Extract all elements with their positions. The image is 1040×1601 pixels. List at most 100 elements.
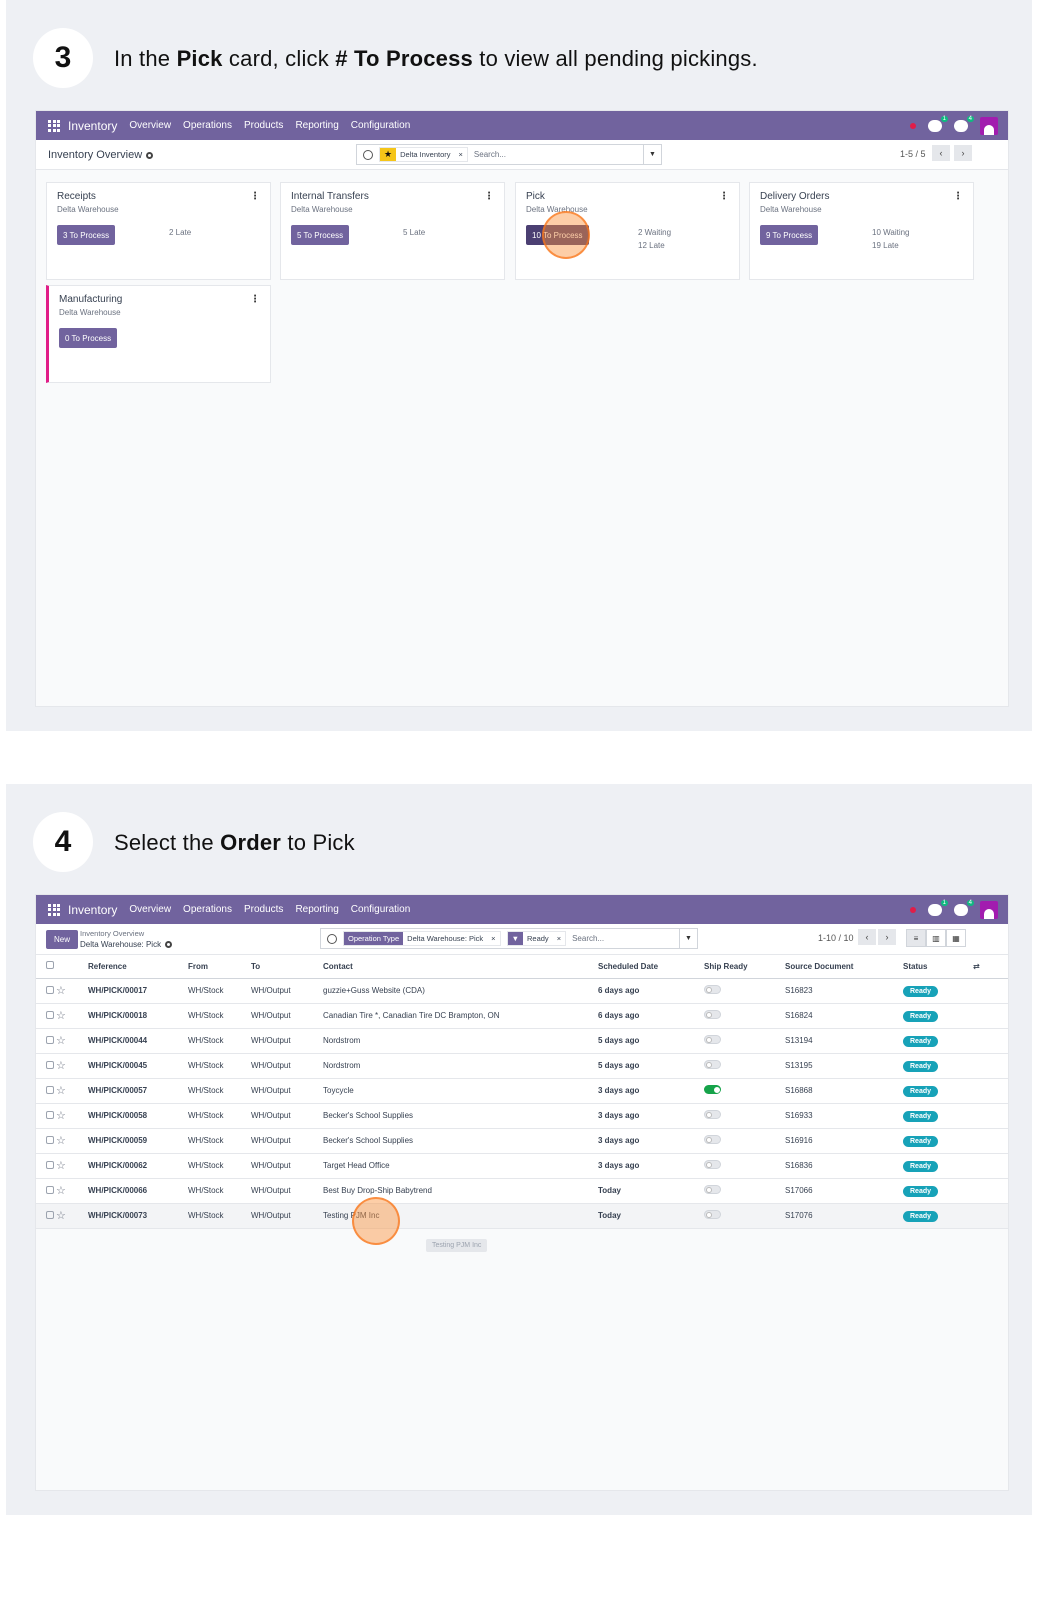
- cell-reference[interactable]: WH/PICK/00062: [88, 1153, 188, 1179]
- ship-ready-toggle[interactable]: [704, 1035, 721, 1044]
- menu-operations[interactable]: Operations: [183, 904, 232, 915]
- table-row[interactable]: ☆ WH/PICK/00057 WH/Stock WH/Output Toycycle 3…: [36, 1078, 1008, 1104]
- star-icon[interactable]: ☆: [56, 1085, 66, 1097]
- cell-reference[interactable]: WH/PICK/00044: [88, 1028, 188, 1054]
- app-brand[interactable]: Inventory: [68, 903, 117, 917]
- column-from[interactable]: From: [188, 955, 251, 979]
- menu-overview[interactable]: Overview: [129, 120, 171, 131]
- to-process-button[interactable]: 0 To Process: [59, 328, 118, 348]
- apps-grid-icon[interactable]: [48, 119, 60, 132]
- column-ship-ready[interactable]: Ship Ready: [704, 955, 785, 979]
- menu-reporting[interactable]: Reporting: [295, 904, 338, 915]
- star-icon[interactable]: ☆: [56, 1060, 66, 1072]
- column-contact[interactable]: Contact: [323, 955, 598, 979]
- late-count[interactable]: 5 Late: [403, 228, 425, 237]
- to-process-button[interactable]: 5 To Process: [291, 225, 350, 245]
- ship-ready-toggle[interactable]: [704, 1185, 721, 1194]
- menu-reporting[interactable]: Reporting: [295, 120, 338, 131]
- menu-configuration[interactable]: Configuration: [351, 120, 410, 131]
- calendar-view-icon[interactable]: ▦: [946, 929, 966, 947]
- table-row[interactable]: ☆ WH/PICK/00058 WH/Stock WH/Output Becker's …: [36, 1103, 1008, 1129]
- row-checkbox[interactable]: [46, 1135, 54, 1144]
- chevron-down-icon[interactable]: ▼: [679, 929, 697, 948]
- filter-chip[interactable]: ★ Delta Inventory ×: [379, 147, 468, 162]
- remove-filter-icon[interactable]: ×: [455, 150, 467, 159]
- waiting-count[interactable]: 10 Waiting: [872, 228, 910, 237]
- column-source-document[interactable]: Source Document: [785, 955, 903, 979]
- table-row[interactable]: ☆ WH/PICK/00073 WH/Stock WH/Output Testing P…: [36, 1203, 1008, 1229]
- ship-ready-toggle[interactable]: [704, 1135, 721, 1144]
- gear-icon[interactable]: [165, 941, 173, 949]
- cell-contact[interactable]: Nordstrom: [323, 1028, 598, 1054]
- filter-chip-ready[interactable]: ▼ Ready ×: [506, 931, 567, 946]
- kebab-menu-icon[interactable]: ⋮: [953, 191, 963, 202]
- pager-value[interactable]: 1-10 / 10: [818, 933, 854, 943]
- row-checkbox[interactable]: [46, 985, 54, 994]
- new-button[interactable]: New: [46, 930, 79, 949]
- star-icon[interactable]: ☆: [56, 1185, 66, 1197]
- remove-filter-icon[interactable]: ×: [553, 934, 565, 943]
- late-count[interactable]: 19 Late: [872, 241, 899, 250]
- to-process-button[interactable]: 9 To Process: [760, 225, 819, 245]
- kebab-menu-icon[interactable]: ⋮: [484, 191, 494, 202]
- kebab-menu-icon[interactable]: ⋮: [719, 191, 729, 202]
- star-icon[interactable]: ☆: [56, 1210, 66, 1222]
- table-row[interactable]: ☆ WH/PICK/00018 WH/Stock WH/Output Canadian …: [36, 1003, 1008, 1029]
- cell-contact[interactable]: Nordstrom: [323, 1053, 598, 1079]
- cell-reference[interactable]: WH/PICK/00073: [88, 1203, 188, 1229]
- menu-configuration[interactable]: Configuration: [351, 904, 410, 915]
- cell-contact[interactable]: Target Head Office: [323, 1153, 598, 1179]
- list-view-icon[interactable]: ≡: [906, 929, 926, 947]
- waiting-count[interactable]: 2 Waiting: [638, 228, 671, 237]
- chat-icon[interactable]: 1: [928, 900, 948, 916]
- kanban-view-icon[interactable]: ▥: [926, 929, 946, 947]
- column-scheduled-date[interactable]: Scheduled Date: [598, 955, 704, 979]
- row-checkbox[interactable]: [46, 1110, 54, 1119]
- pager-prev-icon[interactable]: ‹: [858, 929, 876, 945]
- cell-reference[interactable]: WH/PICK/00059: [88, 1128, 188, 1154]
- search-bar[interactable]: ★ Delta Inventory × Search... ▼: [356, 144, 662, 165]
- cell-reference[interactable]: WH/PICK/00058: [88, 1103, 188, 1129]
- star-icon[interactable]: ☆: [56, 1160, 66, 1172]
- filter-chip-operation-type[interactable]: Operation Type Delta Warehouse: Pick ×: [343, 931, 501, 946]
- row-checkbox[interactable]: [46, 1160, 54, 1169]
- table-row[interactable]: ☆ WH/PICK/00044 WH/Stock WH/Output Nordstrom…: [36, 1028, 1008, 1054]
- cell-contact[interactable]: Toycycle: [323, 1078, 598, 1104]
- menu-products[interactable]: Products: [244, 120, 283, 131]
- ship-ready-toggle[interactable]: [704, 1060, 721, 1069]
- chat-icon[interactable]: 1: [928, 116, 948, 132]
- star-icon[interactable]: ☆: [56, 1010, 66, 1022]
- search-input[interactable]: Search...: [474, 150, 506, 159]
- star-icon[interactable]: ☆: [56, 1035, 66, 1047]
- star-icon[interactable]: ☆: [56, 1110, 66, 1122]
- late-count[interactable]: 12 Late: [638, 241, 665, 250]
- menu-products[interactable]: Products: [244, 904, 283, 915]
- ship-ready-toggle[interactable]: [704, 1085, 721, 1094]
- column-status[interactable]: Status: [903, 955, 973, 979]
- activity-clock-icon[interactable]: 4: [954, 116, 974, 132]
- pager-value[interactable]: 1-5 / 5: [900, 149, 926, 159]
- column-reference[interactable]: Reference: [88, 955, 188, 979]
- menu-overview[interactable]: Overview: [129, 904, 171, 915]
- pager-next-icon[interactable]: ›: [878, 929, 896, 945]
- avatar[interactable]: [980, 117, 998, 135]
- kebab-menu-icon[interactable]: ⋮: [250, 191, 260, 202]
- remove-filter-icon[interactable]: ×: [487, 934, 499, 943]
- menu-operations[interactable]: Operations: [183, 120, 232, 131]
- select-all-checkbox[interactable]: [46, 961, 54, 970]
- app-brand[interactable]: Inventory: [68, 119, 117, 133]
- search-bar[interactable]: Operation Type Delta Warehouse: Pick × ▼ Re…: [320, 928, 698, 949]
- activity-clock-icon[interactable]: 4: [954, 900, 974, 916]
- pager-prev-icon[interactable]: ‹: [932, 145, 950, 161]
- kebab-menu-icon[interactable]: ⋮: [250, 294, 260, 305]
- row-checkbox[interactable]: [46, 1085, 54, 1094]
- column-to[interactable]: To: [251, 955, 323, 979]
- ship-ready-toggle[interactable]: [704, 1160, 721, 1169]
- chevron-down-icon[interactable]: ▼: [643, 145, 661, 164]
- column-settings-icon[interactable]: ⇄: [973, 955, 1008, 979]
- table-row[interactable]: ☆ WH/PICK/00066 WH/Stock WH/Output Best Buy …: [36, 1178, 1008, 1204]
- cell-reference[interactable]: WH/PICK/00057: [88, 1078, 188, 1104]
- gear-icon[interactable]: [146, 151, 154, 159]
- star-icon[interactable]: ☆: [56, 985, 66, 997]
- cell-contact[interactable]: Canadian Tire *, Canadian Tire DC Brampt…: [323, 1003, 598, 1029]
